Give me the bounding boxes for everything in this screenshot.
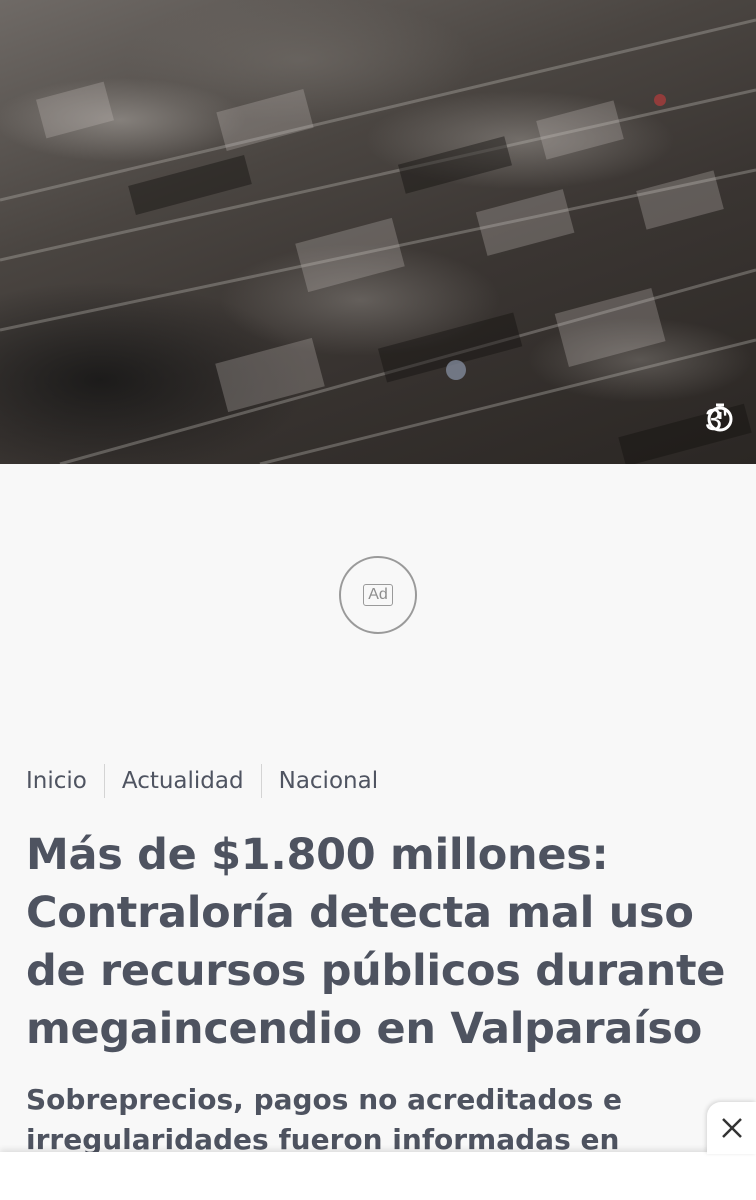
article-headline: Más de $1.800 millones: Contraloría dete… [26,830,726,1054]
article-subtitle: Sobreprecios, pagos no acreditados e irr… [26,1083,623,1156]
stopwatch-icon [707,403,733,432]
close-icon [721,1118,742,1138]
breadcrumb-inicio[interactable]: Inicio [26,764,104,798]
close-ad-button[interactable] [707,1102,756,1154]
aerial-fire-photo [0,18,756,464]
hero-image: 3' [0,0,756,464]
breadcrumb: Inicio Actualidad Nacional [26,764,395,798]
breadcrumb-nacional[interactable]: Nacional [262,764,395,798]
bottom-ad-bar[interactable] [0,1152,756,1200]
read-time: 3' [705,402,733,438]
ad-label: Ad [363,584,393,606]
ad-placeholder[interactable]: Ad [339,556,417,634]
breadcrumb-actualidad[interactable]: Actualidad [105,764,261,798]
